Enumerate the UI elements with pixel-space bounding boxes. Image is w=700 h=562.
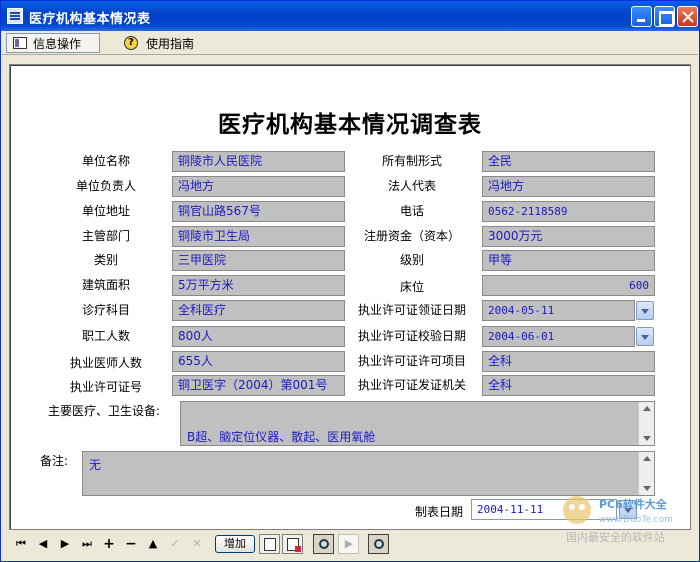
field-license-number[interactable]: 铜卫医字（2004）第001号 <box>172 375 345 396</box>
remarks-scrollbar[interactable] <box>638 452 654 495</box>
label-category: 类别 <box>93 253 118 267</box>
field-departments[interactable]: 全科医疗 <box>172 300 345 321</box>
title-bar[interactable]: 医疗机构基本情况表 <box>1 1 699 31</box>
label-license-authority: 执业许可证发证机关 <box>357 378 466 392</box>
field-registered-capital[interactable]: 3000万元 <box>482 226 655 247</box>
zoom-button[interactable] <box>368 534 389 554</box>
watermark-url: www.DuoTe.com <box>599 515 673 525</box>
field-ownership[interactable]: 全民 <box>482 151 655 172</box>
field-category[interactable]: 三甲医院 <box>172 250 345 271</box>
label-license-number: 执业许可证号 <box>69 380 142 394</box>
label-level: 级别 <box>399 253 424 267</box>
label-supervisor: 主管部门 <box>81 229 130 243</box>
field-building-area[interactable]: 5万平方米 <box>172 275 345 296</box>
form-title: 医疗机构基本情况调查表 <box>218 111 482 138</box>
zoom-icon <box>374 539 384 549</box>
maximize-button[interactable] <box>654 6 675 27</box>
field-unit-name[interactable]: 铜陵市人民医院 <box>172 151 345 172</box>
label-unit-address: 单位地址 <box>81 204 130 218</box>
label-registered-capital: 注册资金（资本） <box>363 229 460 243</box>
label-departments: 诊疗科目 <box>81 303 130 317</box>
app-icon <box>7 8 23 24</box>
field-supervisor[interactable]: 铜陵市卫生局 <box>172 226 345 247</box>
navigation-bar: ⏮ ◀ ▶ ⏭ + − ▲ ✓ ✕ 增加 ▶ <box>1 533 697 555</box>
edit-record-icon[interactable]: ▲ <box>145 536 161 552</box>
label-remarks: 备注: <box>40 454 69 468</box>
field-staff-count[interactable]: 800人 <box>172 326 345 347</box>
help-icon: ? <box>124 36 138 50</box>
label-phone: 电话 <box>399 204 424 218</box>
delete-record-icon[interactable]: − <box>123 536 139 552</box>
equipment-text: B超、脑定位仪器、散起、医用氧舱 <box>187 430 376 444</box>
field-phone[interactable]: 0562-2118589 <box>482 201 655 222</box>
tab-guide-label: 使用指南 <box>146 36 195 51</box>
label-date: 制表日期 <box>414 505 463 519</box>
print-preview-button[interactable] <box>282 534 303 554</box>
chevron-down-icon[interactable] <box>636 301 654 320</box>
field-legal-rep[interactable]: 冯地方 <box>482 176 655 197</box>
label-building-area: 建筑面积 <box>81 278 130 292</box>
label-license-issue-date: 执业许可证领证日期 <box>357 303 466 317</box>
toolbar: 信息操作 ? 使用指南 <box>2 31 698 55</box>
search-button[interactable] <box>313 534 334 554</box>
print-icon <box>264 538 276 551</box>
remarks-text: 无 <box>89 458 102 472</box>
label-beds: 床位 <box>399 280 424 294</box>
next-record-icon[interactable]: ▶ <box>57 536 73 552</box>
first-record-icon[interactable]: ⏮ <box>13 536 29 552</box>
field-unit-address[interactable]: 铜官山路567号 <box>172 201 345 222</box>
label-unit-name: 单位名称 <box>81 154 130 168</box>
tab-user-guide[interactable]: ? 使用指南 <box>118 33 208 53</box>
field-beds[interactable]: 600 <box>482 275 655 296</box>
combo-license-check-date[interactable]: 2004-06-01 <box>482 326 635 347</box>
label-doctor-count: 执业医师人数 <box>69 356 142 370</box>
label-unit-head: 单位负责人 <box>75 179 136 193</box>
tab-info-operation[interactable]: 信息操作 <box>6 33 100 53</box>
label-ownership: 所有制形式 <box>381 154 442 168</box>
prev-record-icon[interactable]: ◀ <box>35 536 51 552</box>
tab-info-label: 信息操作 <box>33 36 82 51</box>
chevron-down-icon[interactable] <box>636 327 654 346</box>
document-icon <box>13 37 27 49</box>
search-icon <box>319 539 329 549</box>
field-license-authority[interactable]: 全科 <box>482 375 655 396</box>
print-button[interactable] <box>259 534 280 554</box>
watermark-brand: PC6软件大全 <box>599 497 668 511</box>
equipment-scrollbar[interactable] <box>638 402 654 445</box>
label-license-items: 执业许可证许可项目 <box>357 354 466 368</box>
add-button[interactable]: 增加 <box>215 535 255 553</box>
window-title: 医疗机构基本情况表 <box>29 12 151 27</box>
minimize-button[interactable] <box>631 6 652 27</box>
field-equipment[interactable]: B超、脑定位仪器、散起、医用氧舱 <box>180 401 655 446</box>
insert-record-icon[interactable]: + <box>101 536 117 552</box>
label-legal-rep: 法人代表 <box>387 179 436 193</box>
field-license-items[interactable]: 全科 <box>482 351 655 372</box>
close-button[interactable] <box>677 6 698 27</box>
field-unit-head[interactable]: 冯地方 <box>172 176 345 197</box>
field-doctor-count[interactable]: 655人 <box>172 351 345 372</box>
post-record-icon[interactable]: ✓ <box>167 536 183 552</box>
watermark-mascot-icon <box>563 496 591 524</box>
combo-license-issue-date[interactable]: 2004-05-11 <box>482 300 635 321</box>
next-page-button[interactable]: ▶ <box>338 534 359 554</box>
label-equipment: 主要医疗、卫生设备: <box>48 404 161 418</box>
field-level[interactable]: 甲等 <box>482 250 655 271</box>
last-record-icon[interactable]: ⏭ <box>79 536 95 552</box>
label-staff-count: 职工人数 <box>81 329 130 343</box>
play-icon: ▶ <box>344 537 354 550</box>
cancel-edit-icon[interactable]: ✕ <box>189 536 205 552</box>
label-license-check-date: 执业许可证校验日期 <box>357 329 466 343</box>
